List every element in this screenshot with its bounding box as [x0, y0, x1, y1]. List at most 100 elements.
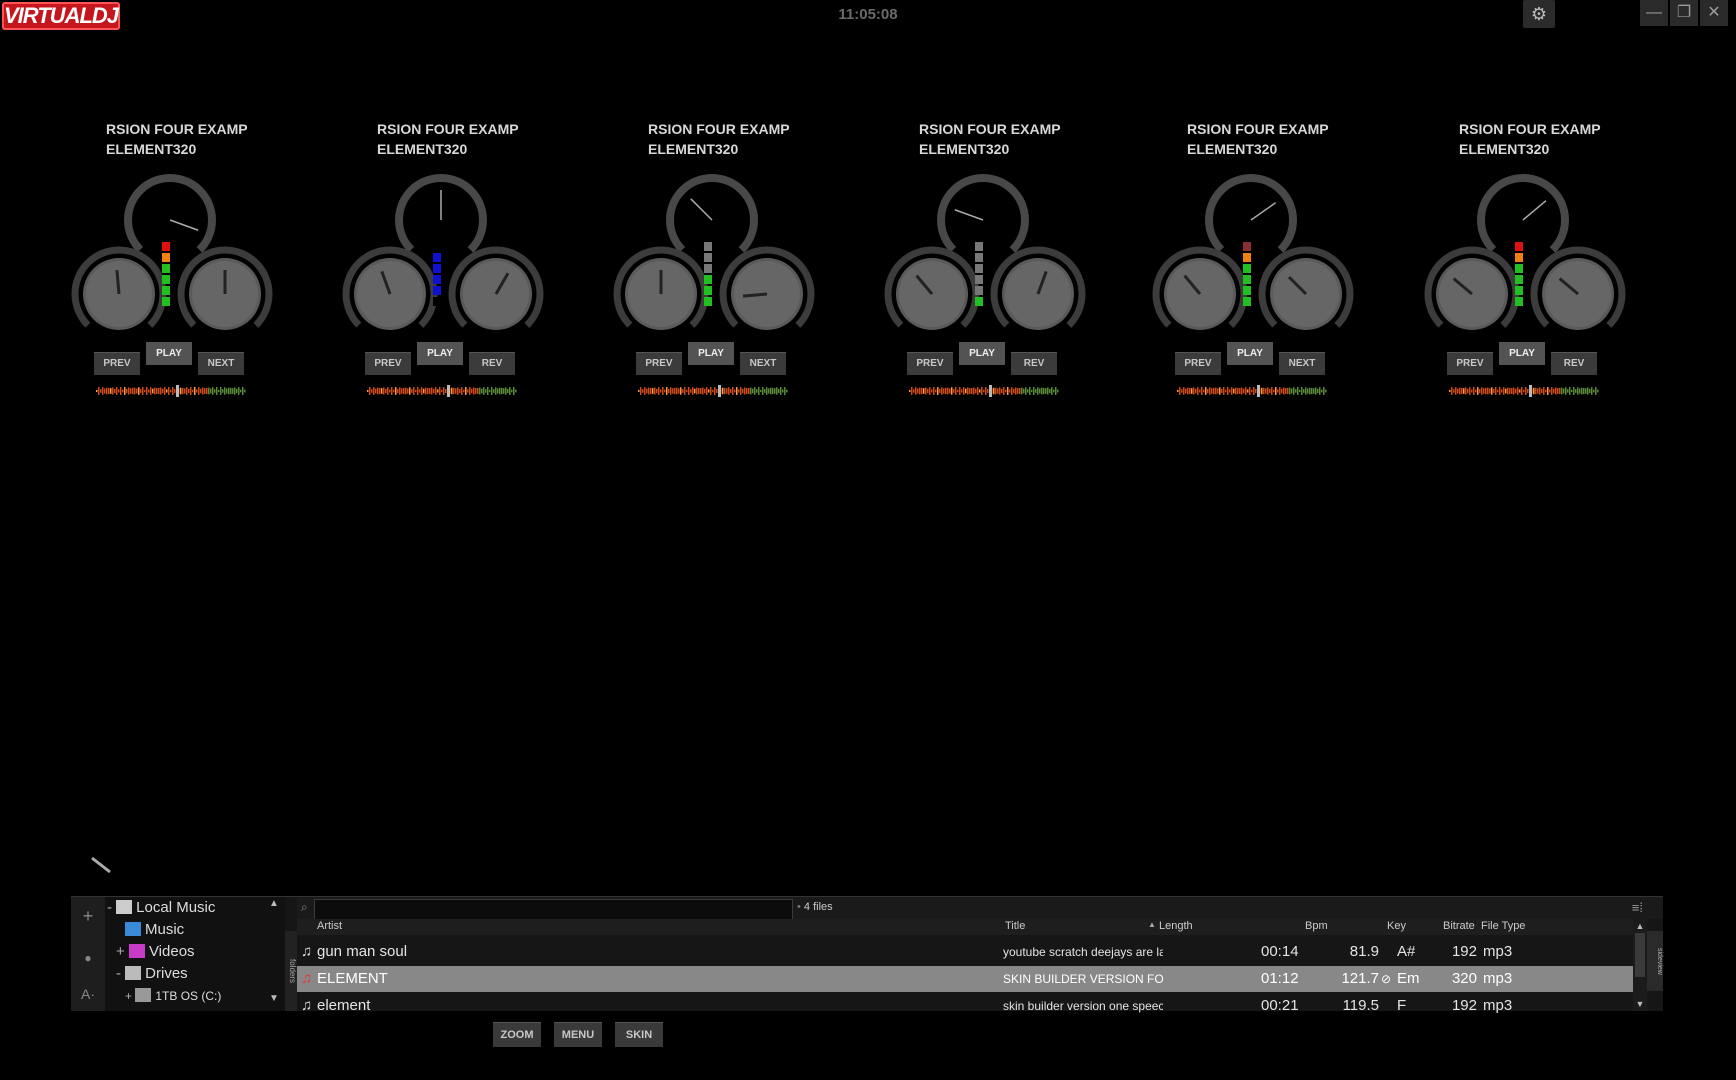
- tree-scroll-down-icon[interactable]: ▼: [269, 993, 279, 1004]
- eq-knob-right[interactable]: [177, 246, 273, 342]
- prev-button[interactable]: PREV: [1175, 352, 1221, 375]
- col-filetype[interactable]: File Type: [1481, 920, 1525, 932]
- prev-button[interactable]: PREV: [636, 352, 682, 375]
- next-button[interactable]: NEXT: [740, 352, 786, 375]
- cell-key: Em: [1397, 970, 1420, 987]
- cell-filetype: mp3: [1483, 997, 1513, 1014]
- close-button[interactable]: ✕: [1700, 0, 1728, 26]
- eq-knob-left[interactable]: [71, 246, 167, 342]
- next-button[interactable]: NEXT: [1279, 352, 1325, 375]
- drives-icon: [125, 966, 142, 980]
- folder-tree: - Local Music Music + Videos - Drives + …: [105, 897, 285, 1011]
- waveform[interactable]: [96, 385, 246, 397]
- waveform[interactable]: [1449, 385, 1599, 397]
- eq-knob-right[interactable]: [1258, 246, 1354, 342]
- deck-artist: ELEMENT320: [377, 141, 468, 157]
- cell-artist: gun man soul: [317, 943, 408, 960]
- col-bitrate[interactable]: Bitrate: [1443, 920, 1475, 932]
- search-row: ⌕ • 4 files ≡⁞: [297, 897, 1663, 920]
- list-options-icon[interactable]: ≡⁞: [1632, 900, 1643, 915]
- deck-artist: ELEMENT320: [919, 141, 1010, 157]
- cell-length: 00:21: [1261, 997, 1299, 1014]
- deck-title: RSION FOUR EXAMP: [919, 121, 1061, 137]
- next-button[interactable]: NEXT: [198, 352, 244, 375]
- waveform[interactable]: [909, 385, 1059, 397]
- prev-button[interactable]: PREV: [365, 352, 411, 375]
- note-icon: ♫: [301, 943, 313, 960]
- cell-bitrate: 320: [1451, 970, 1477, 987]
- col-artist[interactable]: Artist: [317, 920, 342, 932]
- eq-knob-left[interactable]: [613, 246, 709, 342]
- eq-knob-right[interactable]: [990, 246, 1086, 342]
- waveform[interactable]: [638, 385, 788, 397]
- deck-2: RSION FOUR EXAMP ELEMENT320 PREV PLAY RE…: [342, 100, 591, 420]
- tree-music[interactable]: Music: [125, 920, 184, 940]
- waveform[interactable]: [367, 385, 517, 397]
- eq-knob-right[interactable]: [448, 246, 544, 342]
- menu-button[interactable]: MENU: [554, 1022, 602, 1047]
- play-button[interactable]: PLAY: [688, 342, 734, 365]
- cell-length: 00:14: [1261, 943, 1299, 960]
- scroll-down-icon[interactable]: ▼: [1633, 999, 1647, 1009]
- play-button[interactable]: PLAY: [146, 342, 192, 365]
- prev-button[interactable]: PREV: [907, 352, 953, 375]
- font-size-icon[interactable]: A·: [77, 983, 99, 1005]
- col-length[interactable]: Length: [1159, 920, 1193, 932]
- eq-knob-right[interactable]: [719, 246, 815, 342]
- minimize-button[interactable]: —: [1640, 0, 1668, 26]
- next-button[interactable]: REV: [469, 352, 515, 375]
- tree-local-music[interactable]: - Local Music: [107, 898, 215, 918]
- prev-button[interactable]: PREV: [1447, 352, 1493, 375]
- restore-button[interactable]: ❐: [1670, 0, 1698, 26]
- next-button[interactable]: REV: [1551, 352, 1597, 375]
- tree-label: 1TB OS (C:): [155, 989, 222, 1003]
- tree-drive-c[interactable]: + 1TB OS (C:): [125, 986, 221, 1006]
- settings-gear-icon[interactable]: ⚙: [1523, 0, 1555, 28]
- prev-button[interactable]: PREV: [94, 352, 140, 375]
- play-button[interactable]: PLAY: [417, 342, 463, 365]
- cell-length: 01:12: [1261, 970, 1299, 987]
- tree-scroll-up-icon[interactable]: ▲: [269, 898, 279, 909]
- skin-button[interactable]: SKIN: [615, 1022, 663, 1047]
- next-button[interactable]: REV: [1011, 352, 1057, 375]
- sideview-tab[interactable]: sideview: [1647, 931, 1663, 991]
- play-button[interactable]: PLAY: [959, 342, 1005, 365]
- eq-knob-left[interactable]: [884, 246, 980, 342]
- note-icon: ♫: [301, 970, 313, 987]
- search-input[interactable]: [314, 899, 793, 920]
- folders-tab[interactable]: folders: [285, 931, 297, 1011]
- deck-artist: ELEMENT320: [106, 141, 197, 157]
- scroll-thumb[interactable]: [1635, 933, 1645, 977]
- record-icon[interactable]: ●: [77, 947, 99, 969]
- eq-knob-left[interactable]: [1424, 246, 1520, 342]
- deck-artist: ELEMENT320: [648, 141, 739, 157]
- scroll-up-icon[interactable]: ▲: [1633, 921, 1647, 931]
- track-row[interactable]: ♫ gun man soul youtube scratch deejays a…: [297, 939, 1633, 965]
- tree-label: Music: [145, 921, 185, 938]
- play-button[interactable]: PLAY: [1499, 342, 1545, 365]
- col-bpm[interactable]: Bpm: [1305, 920, 1328, 932]
- sort-asc-icon: ▲: [1148, 920, 1156, 929]
- tree-drives[interactable]: - Drives: [116, 964, 188, 984]
- add-icon[interactable]: +: [77, 905, 99, 927]
- list-scrollbar[interactable]: ▲ ▼: [1633, 919, 1647, 1011]
- tree-videos[interactable]: + Videos: [116, 942, 195, 962]
- eq-knob-left[interactable]: [1152, 246, 1248, 342]
- eq-knob-right[interactable]: [1530, 246, 1626, 342]
- zoom-button[interactable]: ZOOM: [493, 1022, 541, 1047]
- col-key[interactable]: Key: [1387, 920, 1406, 932]
- column-headers: Artist Title ▲ Length Bpm Key Bitrate Fi…: [297, 919, 1633, 935]
- vu-meter: [1243, 242, 1253, 310]
- track-row[interactable]: ♫ element skin builder version one speec…: [297, 993, 1633, 1019]
- eq-knob-left[interactable]: [342, 246, 438, 342]
- deck-title: RSION FOUR EXAMP: [106, 121, 248, 137]
- col-title[interactable]: Title: [1005, 920, 1025, 932]
- browser-left-rail: + ● A·: [71, 897, 105, 1011]
- cell-bitrate: 192: [1451, 997, 1477, 1014]
- track-row[interactable]: ♫ ELEMENT SKIN BUILDER VERSION FOUR E 01…: [297, 966, 1633, 992]
- deck-1: RSION FOUR EXAMP ELEMENT320 PREV PLAY NE…: [71, 100, 320, 420]
- waveform[interactable]: [1177, 385, 1327, 397]
- tree-label: Drives: [145, 965, 188, 982]
- cell-key: A#: [1397, 943, 1416, 960]
- play-button[interactable]: PLAY: [1227, 342, 1273, 365]
